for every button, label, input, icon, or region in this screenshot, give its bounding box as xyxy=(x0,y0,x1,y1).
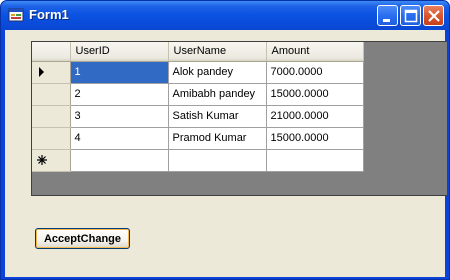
form1-window: Form1 UserID UserName Amount 1 Alok pand… xyxy=(0,0,450,280)
cell-amount[interactable]: 15000.0000 xyxy=(266,127,364,150)
cell-userid[interactable]: 1 xyxy=(70,61,169,84)
row-header[interactable] xyxy=(32,127,71,150)
close-icon xyxy=(428,10,440,22)
row-header[interactable] xyxy=(32,149,71,172)
grid-table: UserID UserName Amount 1 Alok pandey 700… xyxy=(32,42,364,172)
cell-amount[interactable]: 21000.0000 xyxy=(266,105,364,128)
form-app-icon[interactable] xyxy=(8,7,24,23)
table-row[interactable]: 2 Amibabh pandey 15000.0000 xyxy=(32,83,364,106)
title-bar[interactable]: Form1 xyxy=(1,1,449,30)
cell-username[interactable]: Alok pandey xyxy=(168,61,267,84)
current-row-arrow-icon xyxy=(39,66,44,77)
minimize-icon xyxy=(383,19,390,22)
form-client-area: UserID UserName Amount 1 Alok pandey 700… xyxy=(5,30,448,277)
table-row[interactable]: 1 Alok pandey 7000.0000 xyxy=(32,61,364,84)
new-row-asterisk-icon xyxy=(37,154,47,165)
window-title: Form1 xyxy=(29,7,69,22)
cell-username[interactable]: Satish Kumar xyxy=(168,105,267,128)
minimize-button[interactable] xyxy=(377,5,398,26)
close-button[interactable] xyxy=(423,5,444,26)
maximize-button[interactable] xyxy=(400,5,421,26)
cell-username[interactable]: Pramod Kumar xyxy=(168,127,267,150)
accept-change-button[interactable]: AcceptChange xyxy=(35,228,130,249)
new-table-row[interactable] xyxy=(32,149,364,172)
row-header[interactable] xyxy=(32,61,71,84)
cell-userid[interactable]: 3 xyxy=(70,105,169,128)
column-header-username[interactable]: UserName xyxy=(168,42,267,62)
cell-amount-new[interactable] xyxy=(266,149,364,172)
cell-amount[interactable]: 15000.0000 xyxy=(266,83,364,106)
column-header-userid[interactable]: UserID xyxy=(70,42,169,62)
cell-username[interactable]: Amibabh pandey xyxy=(168,83,267,106)
cell-userid[interactable]: 2 xyxy=(70,83,169,106)
table-row[interactable]: 4 Pramod Kumar 15000.0000 xyxy=(32,127,364,150)
grid-header-row: UserID UserName Amount xyxy=(32,42,364,62)
top-left-header-cell[interactable] xyxy=(32,42,71,62)
table-row[interactable]: 3 Satish Kumar 21000.0000 xyxy=(32,105,364,128)
row-header[interactable] xyxy=(32,83,71,106)
cell-amount[interactable]: 7000.0000 xyxy=(266,61,364,84)
cell-username-new[interactable] xyxy=(168,149,267,172)
maximize-icon xyxy=(404,9,418,23)
cell-userid[interactable]: 4 xyxy=(70,127,169,150)
row-header[interactable] xyxy=(32,105,71,128)
users-data-grid[interactable]: UserID UserName Amount 1 Alok pandey 700… xyxy=(31,41,448,196)
column-header-amount[interactable]: Amount xyxy=(266,42,364,62)
cell-userid-new[interactable] xyxy=(70,149,169,172)
